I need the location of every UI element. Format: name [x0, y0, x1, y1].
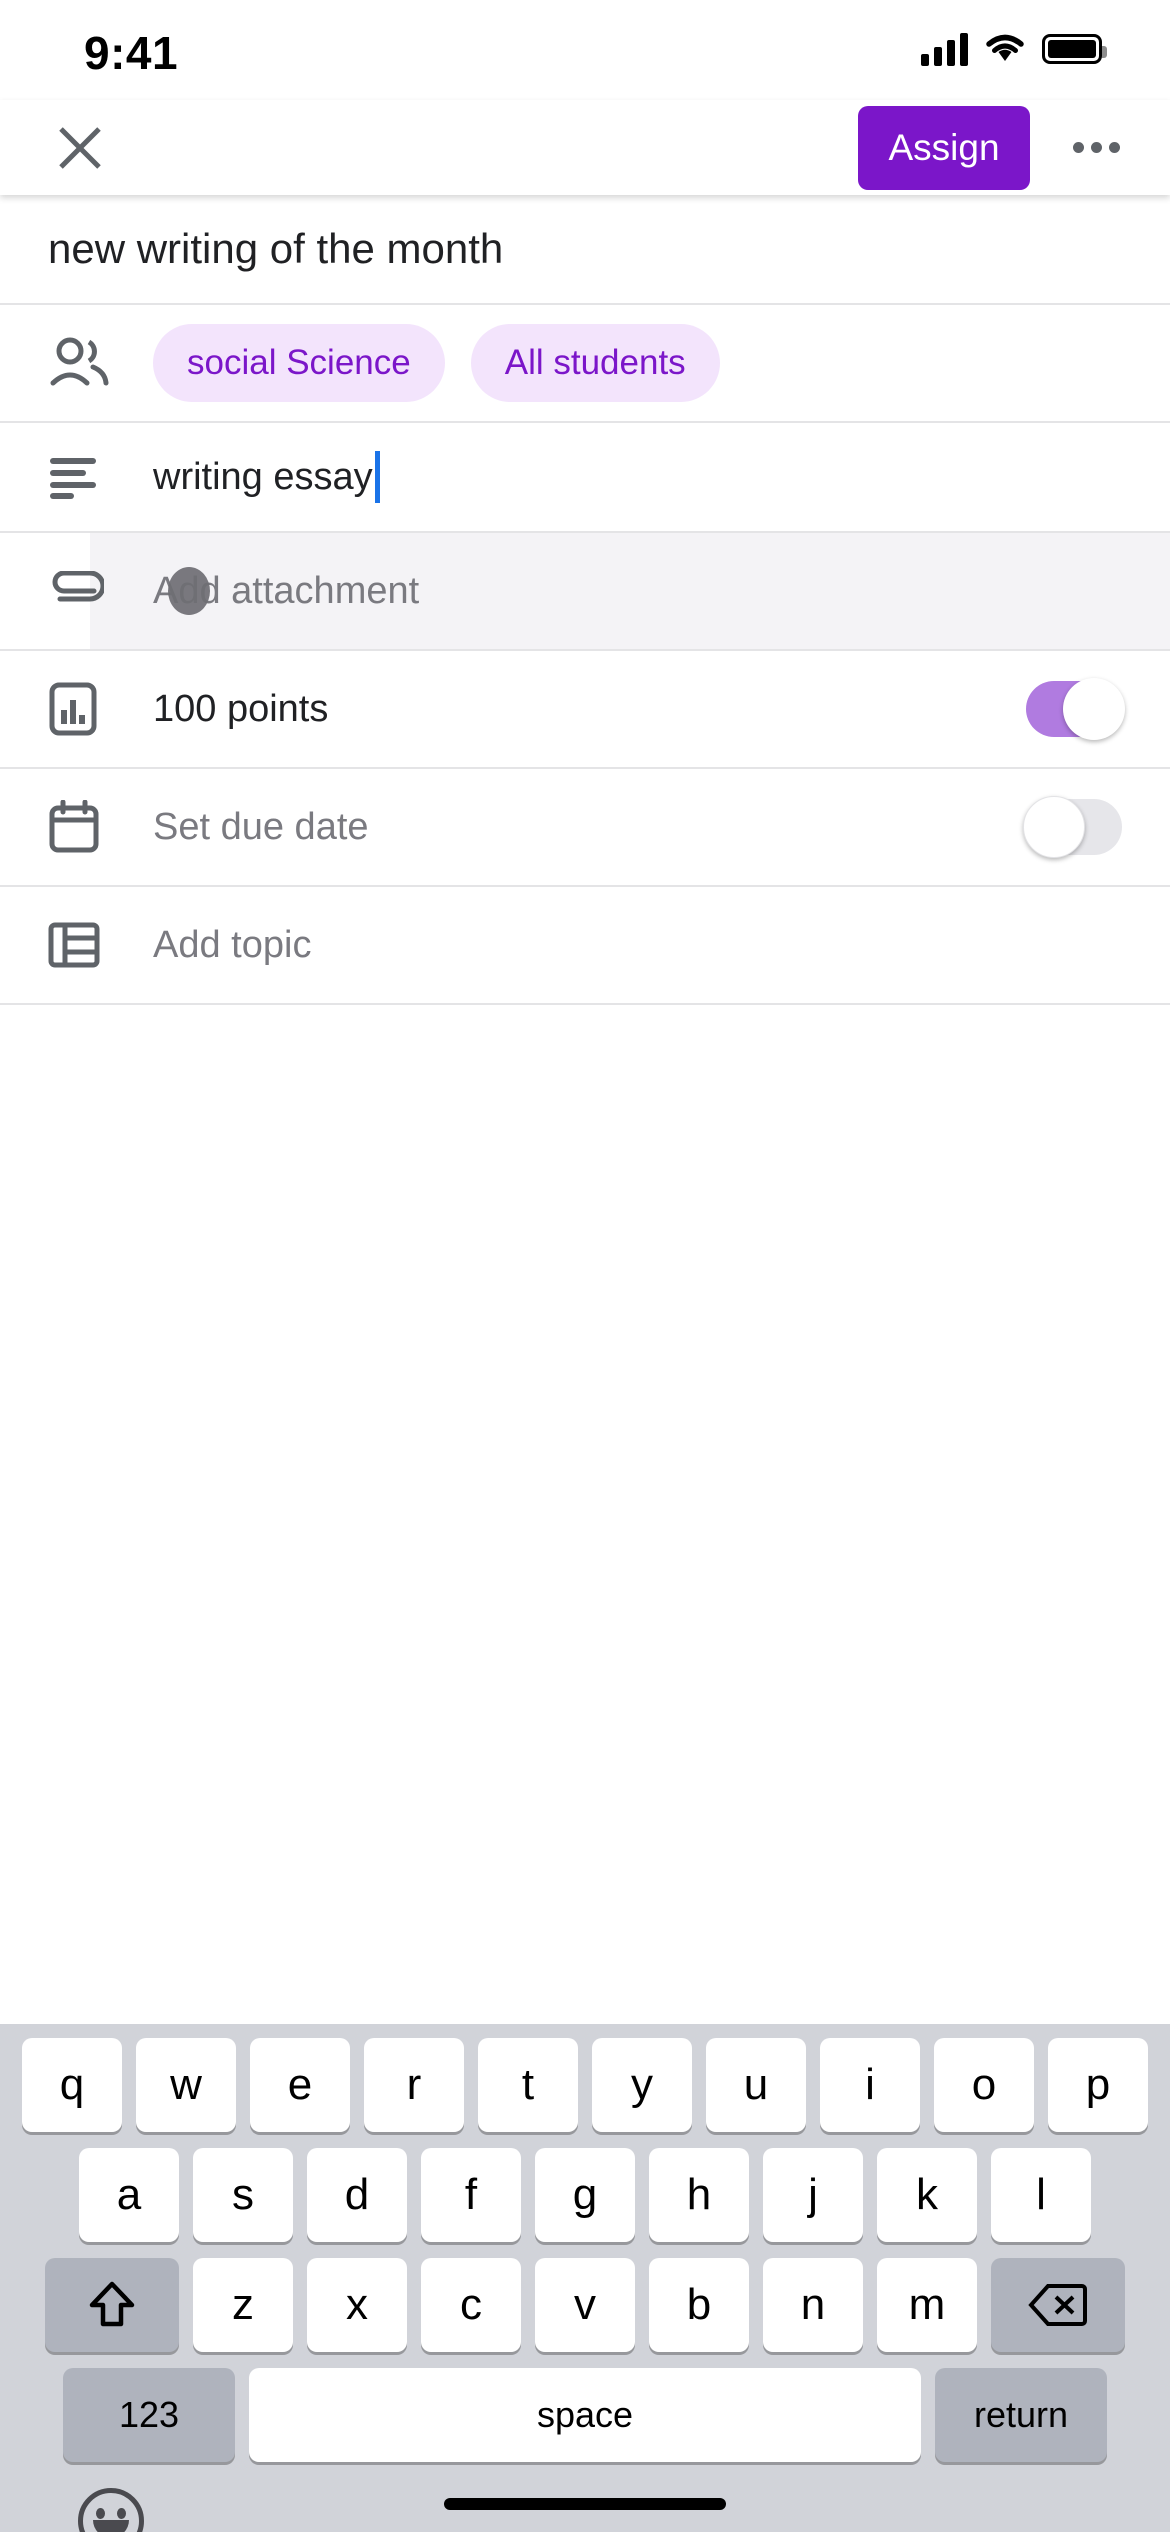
- emoji-icon[interactable]: [78, 2488, 144, 2532]
- content-spacer: [0, 1005, 1170, 1083]
- description-value: writing essay: [153, 455, 373, 498]
- close-icon[interactable]: [48, 116, 112, 180]
- key-k[interactable]: k: [877, 2148, 977, 2242]
- assignment-title[interactable]: new writing of the month: [48, 225, 503, 273]
- battery-icon: [1042, 34, 1107, 64]
- key-b[interactable]: b: [649, 2258, 749, 2352]
- audience-chip[interactable]: All students: [470, 324, 720, 402]
- assignment-title-row[interactable]: new writing of the month: [0, 195, 1170, 305]
- key-s[interactable]: s: [193, 2148, 293, 2242]
- onscreen-keyboard: q w e r t y u i o p a s d f g h j k l z …: [0, 2024, 1170, 2532]
- assignment-form: new writing of the month social Science …: [0, 195, 1170, 1083]
- key-i[interactable]: i: [820, 2038, 920, 2132]
- key-m[interactable]: m: [877, 2258, 977, 2352]
- paperclip-icon: [48, 571, 153, 611]
- keyboard-row-3: z x c v b n m: [0, 2258, 1170, 2352]
- key-j[interactable]: j: [763, 2148, 863, 2242]
- key-y[interactable]: y: [592, 2038, 692, 2132]
- status-bar-indicators: [921, 32, 1107, 66]
- more-options-icon[interactable]: [1060, 112, 1132, 184]
- status-bar: 9:41: [0, 0, 1170, 100]
- home-indicator: [444, 2498, 726, 2510]
- key-t[interactable]: t: [478, 2038, 578, 2132]
- keyboard-row-1: q w e r t y u i o p: [0, 2038, 1170, 2132]
- due-date-label: Set due date: [153, 805, 369, 848]
- key-o[interactable]: o: [934, 2038, 1034, 2132]
- people-icon: [48, 337, 153, 389]
- topic-row[interactable]: Add topic: [0, 887, 1170, 1005]
- key-l[interactable]: l: [991, 2148, 1091, 2242]
- numbers-key[interactable]: 123: [63, 2368, 235, 2462]
- key-x[interactable]: x: [307, 2258, 407, 2352]
- key-q[interactable]: q: [22, 2038, 122, 2132]
- points-toggle[interactable]: [1026, 678, 1125, 740]
- bar-chart-icon: [48, 682, 153, 736]
- points-row[interactable]: 100 points: [0, 651, 1170, 769]
- key-u[interactable]: u: [706, 2038, 806, 2132]
- key-d[interactable]: d: [307, 2148, 407, 2242]
- space-key[interactable]: space: [249, 2368, 921, 2462]
- shift-icon[interactable]: [45, 2258, 179, 2352]
- cellular-signal-icon: [921, 32, 968, 66]
- description-lines-icon: [48, 455, 153, 499]
- app-bar: Assign: [0, 100, 1170, 195]
- key-h[interactable]: h: [649, 2148, 749, 2242]
- key-r[interactable]: r: [364, 2038, 464, 2132]
- points-label: 100 points: [153, 687, 329, 730]
- key-f[interactable]: f: [421, 2148, 521, 2242]
- key-z[interactable]: z: [193, 2258, 293, 2352]
- due-date-row[interactable]: Set due date: [0, 769, 1170, 887]
- assignment-description-row[interactable]: writing essay: [0, 423, 1170, 533]
- key-e[interactable]: e: [250, 2038, 350, 2132]
- key-n[interactable]: n: [763, 2258, 863, 2352]
- add-topic-label: Add topic: [153, 923, 312, 966]
- key-w[interactable]: w: [136, 2038, 236, 2132]
- keyboard-row-4: 123 space return: [0, 2368, 1170, 2462]
- list-icon: [48, 922, 153, 968]
- add-attachment-row[interactable]: Add attachment: [0, 533, 1170, 651]
- audience-chip[interactable]: social Science: [153, 324, 445, 402]
- phone-screen: 9:41 Assign new writing of the month soc…: [0, 0, 1170, 2532]
- calendar-icon: [48, 800, 153, 854]
- status-bar-clock: 9:41: [84, 27, 179, 79]
- key-p[interactable]: p: [1048, 2038, 1148, 2132]
- description-input[interactable]: writing essay: [153, 451, 380, 503]
- return-key[interactable]: return: [935, 2368, 1107, 2462]
- touch-indicator: [168, 567, 210, 615]
- key-a[interactable]: a: [79, 2148, 179, 2242]
- assign-button[interactable]: Assign: [858, 105, 1030, 190]
- key-g[interactable]: g: [535, 2148, 635, 2242]
- assignment-audience-row[interactable]: social Science All students: [0, 305, 1170, 423]
- text-caret: [374, 451, 380, 503]
- key-c[interactable]: c: [421, 2258, 521, 2352]
- wifi-icon: [986, 34, 1024, 61]
- backspace-icon[interactable]: [991, 2258, 1125, 2352]
- keyboard-row-2: a s d f g h j k l: [0, 2148, 1170, 2242]
- due-date-toggle[interactable]: [1023, 796, 1122, 858]
- key-v[interactable]: v: [535, 2258, 635, 2352]
